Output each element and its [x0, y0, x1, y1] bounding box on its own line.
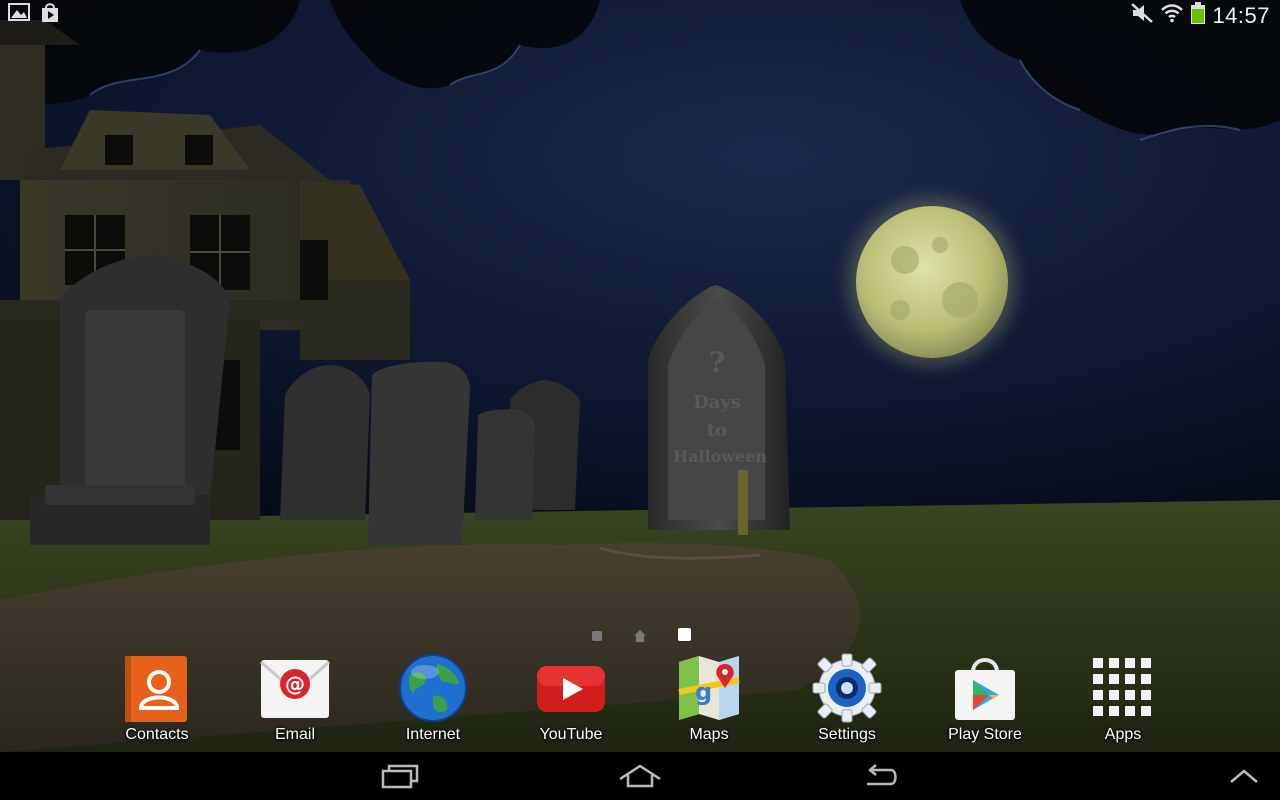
tombstone-days-text: Days: [693, 392, 741, 413]
dock-app-settings[interactable]: Settings: [787, 648, 907, 748]
dock-app-email[interactable]: @ Email: [235, 648, 355, 748]
status-clock: 14:57: [1212, 2, 1270, 28]
status-bar: 14:57: [0, 0, 1280, 29]
internet-globe-icon: [399, 654, 467, 722]
apps-grid-icon: [1093, 658, 1151, 716]
play-store-icon: [955, 658, 1015, 720]
contacts-icon: [125, 656, 187, 722]
svg-text:@: @: [285, 672, 305, 696]
play-store-notification-icon[interactable]: [40, 3, 60, 28]
home-page-indicator: [590, 627, 694, 643]
dock-app-maps[interactable]: g Maps: [649, 648, 769, 748]
battery-icon: [1190, 1, 1206, 30]
dock-app-contacts[interactable]: Contacts: [97, 648, 217, 748]
app-dock: Contacts @ Email Internet YouTube g Maps…: [0, 648, 1280, 752]
dock-label-play-store: Play Store: [948, 726, 1022, 743]
dock-label-email: Email: [274, 726, 315, 743]
gallery-notification-icon[interactable]: [8, 3, 30, 28]
dock-label-apps: Apps: [1104, 726, 1142, 743]
maps-icon: g: [678, 656, 740, 720]
settings-gear-icon: [812, 653, 882, 723]
wifi-icon: [1160, 2, 1184, 29]
dock-label-internet: Internet: [405, 726, 461, 743]
tombstone-to-text: to: [707, 420, 727, 441]
home-icon: [619, 764, 661, 788]
sound-muted-icon: [1130, 2, 1154, 29]
menu-up-icon: [1230, 769, 1258, 783]
tombstone-halloween-text: Halloween: [673, 447, 767, 466]
dock-app-internet[interactable]: Internet: [373, 648, 493, 748]
dock-label-maps: Maps: [689, 726, 729, 743]
back-button[interactable]: [836, 758, 926, 794]
back-icon: [867, 764, 897, 786]
page-dot-current[interactable]: [678, 628, 691, 641]
youtube-icon: [537, 666, 605, 712]
dock-label-settings: Settings: [818, 726, 876, 743]
recent-apps-icon: [381, 764, 419, 789]
navigation-bar: [0, 752, 1280, 800]
home-page-dot-icon[interactable]: [634, 629, 646, 647]
email-icon: @: [260, 660, 330, 718]
tombstone-question-mark: ?: [709, 346, 725, 379]
dock-label-youtube: YouTube: [539, 726, 603, 743]
home-button[interactable]: [595, 758, 685, 794]
dock-app-play-store[interactable]: Play Store: [925, 648, 1045, 748]
dock-app-apps[interactable]: Apps: [1063, 648, 1183, 748]
menu-up-button[interactable]: [1208, 758, 1280, 794]
page-dot-1[interactable]: [592, 631, 602, 641]
dock-label-contacts: Contacts: [125, 726, 189, 743]
recent-apps-button[interactable]: [355, 758, 445, 794]
svg-text:g: g: [695, 678, 712, 706]
dock-app-youtube[interactable]: YouTube: [511, 648, 631, 748]
